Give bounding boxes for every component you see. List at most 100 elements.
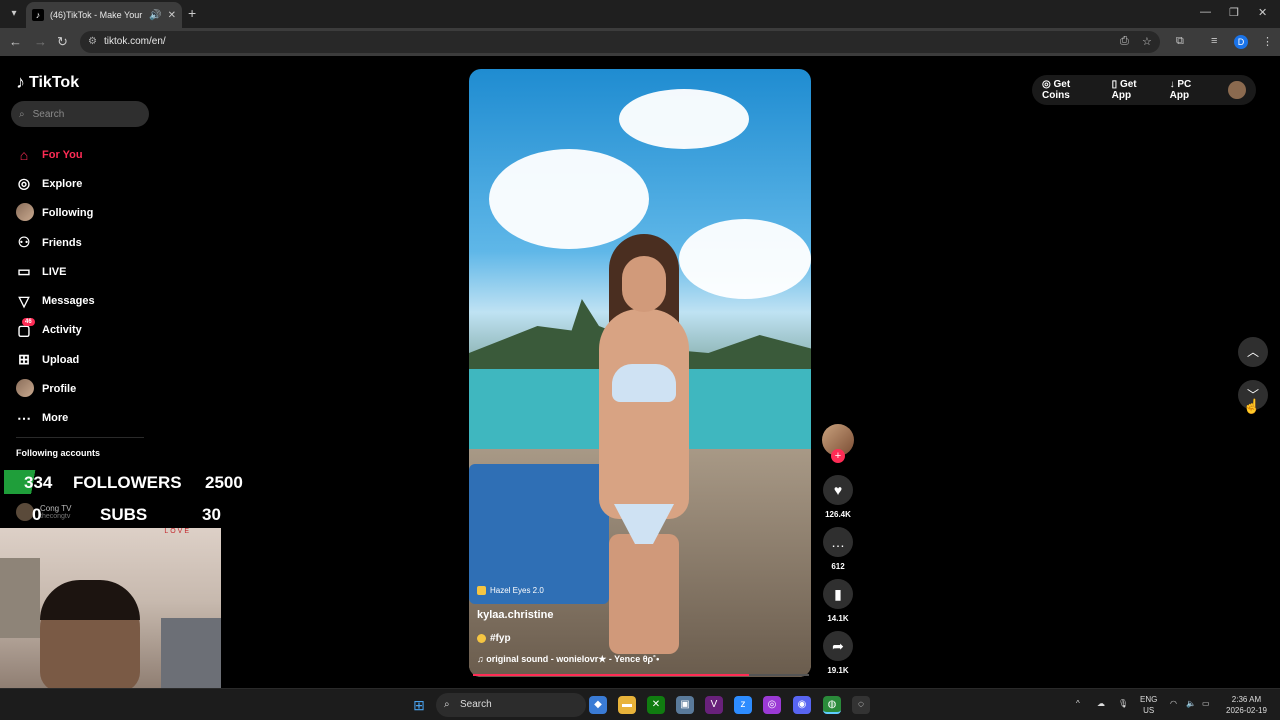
xbox-icon[interactable]: ✕ [647, 696, 665, 714]
bookmark-star-icon[interactable]: ☆ [1142, 35, 1152, 48]
get-app-button[interactable]: ▯ Get App [1112, 79, 1158, 101]
avatar-icon [16, 202, 34, 224]
subs-counter: 0 SUBS 30 [0, 502, 260, 528]
music-note-icon: ♫ [477, 654, 487, 664]
volume-icon[interactable]: 🔈 [1186, 698, 1196, 709]
wifi-icon[interactable]: ◠ [1170, 698, 1177, 709]
webcam-person-hair [40, 580, 140, 620]
visual-studio-icon[interactable]: V [705, 696, 723, 714]
video-progress-bar[interactable] [473, 674, 809, 676]
subs-count: 0 [32, 505, 42, 524]
chrome-icon[interactable]: ◍ [823, 696, 841, 714]
url-field[interactable]: ⚙ tiktok.com/en/ [80, 31, 1160, 53]
sidebar-item-following[interactable]: Following [16, 199, 95, 228]
video-hashtag[interactable]: #fyp [477, 633, 511, 644]
reload-icon[interactable]: ↻ [57, 34, 68, 50]
home-icon: ⌂ [19, 146, 29, 163]
like-count: 126.4K [825, 510, 851, 519]
sidebar-item-label: Friends [42, 236, 82, 249]
discord-icon[interactable]: ◉ [793, 696, 811, 714]
tab-close-icon[interactable]: ✕ [168, 10, 176, 21]
comment-button[interactable]: … 612 [822, 527, 854, 571]
sidebar-item-friends[interactable]: ⚇ Friends [16, 228, 95, 257]
share-icon: ➦ [823, 631, 853, 661]
file-explorer-icon[interactable]: ▬ [618, 696, 636, 714]
onedrive-icon[interactable]: ☁ [1097, 698, 1105, 709]
microphone-icon[interactable]: 🎙 [1118, 698, 1128, 709]
clock-time: 2:36 AM [1231, 695, 1262, 704]
app-icon[interactable]: ◎ [763, 696, 781, 714]
webcam-couch [161, 618, 221, 692]
language-indicator[interactable]: ENG US [1140, 694, 1157, 716]
new-tab-button[interactable]: + [188, 5, 196, 21]
zoom-icon[interactable]: z [734, 696, 752, 714]
save-button[interactable]: ▮ 14.1K [822, 579, 854, 623]
sidebar-item-label: Profile [42, 383, 77, 396]
video-effect-label[interactable]: Hazel Eyes 2.0 [477, 586, 544, 595]
sidebar-item-more[interactable]: ⋯ More [16, 404, 95, 433]
minimize-icon[interactable]: — [1200, 6, 1211, 18]
browser-tab[interactable]: ♪ (46)TikTok - Make Your Day 🔊 ✕ [26, 2, 182, 28]
window-close-icon[interactable]: ✕ [1258, 6, 1267, 19]
language-label: ENG [1140, 695, 1158, 704]
obs-icon[interactable]: ◌ [852, 696, 870, 714]
browser-menu-icon[interactable]: ⋮ [1262, 35, 1273, 48]
hand-cursor-icon: ☝ [1243, 398, 1261, 414]
sidebar-item-label: Following [42, 207, 94, 220]
top-right-actions: ◎ Get Coins ▯ Get App ↓ PC App [1032, 75, 1256, 105]
battery-icon[interactable]: ▭ [1202, 698, 1210, 709]
chevron-up-icon[interactable]: ︿ [1238, 337, 1268, 367]
share-button[interactable]: ➦ 19.1K [822, 631, 854, 675]
follow-plus-icon[interactable]: + [831, 449, 845, 463]
speaker-icon[interactable]: 🔊 [149, 10, 161, 21]
tab-search-icon[interactable]: ▾ [6, 6, 22, 22]
media-control-icon[interactable]: ≡ [1211, 35, 1217, 47]
sidebar-item-label: For You [42, 148, 83, 161]
video-sound[interactable]: ♫ original sound - wonielovr★ - Yence θρ… [477, 654, 659, 665]
sidebar-item-messages[interactable]: ▽ Messages [16, 286, 95, 315]
sidebar-item-activity[interactable]: ▢ 46 Activity [16, 316, 95, 345]
tray-chevron-up-icon[interactable]: ^ [1076, 698, 1080, 709]
hashtag-emoji-icon [477, 634, 486, 643]
browser-profile-avatar[interactable]: D [1234, 35, 1248, 49]
video-username[interactable]: kylaa.christine [477, 609, 553, 621]
sidebar-divider [16, 437, 144, 438]
install-app-icon[interactable]: ⎙ [1120, 35, 1129, 48]
pc-app-button[interactable]: ↓ PC App [1170, 79, 1213, 101]
windows-start-icon[interactable]: ⊞ [410, 696, 428, 714]
user-avatar[interactable] [1228, 81, 1247, 99]
search-icon: ⌕ [19, 108, 25, 120]
bookmark-icon: ▮ [823, 579, 853, 609]
tiktok-logo[interactable]: ♪ TikTok [16, 72, 79, 93]
get-coins-button[interactable]: ◎ Get Coins [1042, 79, 1100, 101]
sidebar-item-label: Explore [42, 177, 83, 190]
copilot-icon[interactable]: ◆ [589, 696, 607, 714]
extensions-icon[interactable]: ⧉ [1176, 35, 1184, 48]
app-icon[interactable]: ▣ [676, 696, 694, 714]
sidebar-item-live[interactable]: ▭ LIVE [16, 257, 95, 286]
sidebar-item-for-you[interactable]: ⌂ For You [16, 140, 95, 169]
clock[interactable]: 2:36 AM 2026-02-19 [1226, 694, 1267, 716]
like-button[interactable]: ♥ 126.4K [822, 475, 854, 519]
address-bar-row: ← → ↻ ⚙ tiktok.com/en/ ⎙ ☆ ⧉ ≡ ⋮ [0, 28, 1280, 56]
sidebar-item-profile[interactable]: Profile [16, 374, 95, 403]
sidebar-item-explore[interactable]: ◎ Explore [16, 169, 95, 198]
site-info-icon[interactable]: ⚙ [88, 31, 97, 53]
tab-title: (46)TikTok - Make Your Day [50, 10, 143, 20]
sidebar-item-upload[interactable]: ⊞ Upload [16, 345, 95, 374]
comment-icon: … [823, 527, 853, 557]
video-progress-fill [473, 674, 749, 676]
sidebar-item-label: More [42, 412, 69, 425]
hashtag-text: #fyp [490, 633, 511, 644]
upload-icon: ⊞ [18, 351, 30, 368]
browser-tab-bar: ▾ ♪ (46)TikTok - Make Your Day 🔊 ✕ + — ❐… [0, 0, 1280, 28]
forward-icon[interactable]: → [34, 34, 47, 49]
region-label: US [1143, 706, 1155, 715]
notification-badge: 46 [22, 317, 35, 326]
restore-icon[interactable]: ❐ [1229, 6, 1239, 19]
sidebar-item-label: LIVE [42, 265, 67, 278]
taskbar-search[interactable]: ⌕ Search [436, 693, 586, 717]
back-icon[interactable]: ← [9, 34, 22, 49]
share-count: 19.1K [827, 666, 849, 675]
search-input[interactable]: ⌕ Search [11, 101, 149, 127]
